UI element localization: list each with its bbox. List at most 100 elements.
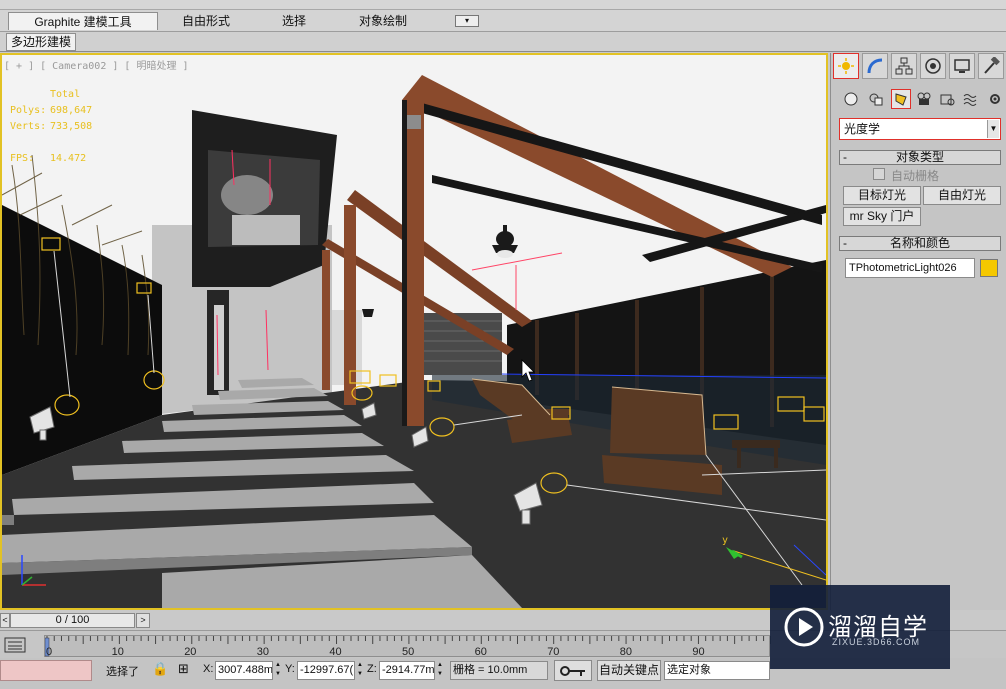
time-slider: < 0 / 100 > [0,611,830,630]
timeline-tick-label: 20 [184,646,197,658]
rollout-minus-icon: - [843,150,847,164]
motion-tab[interactable] [920,53,946,79]
display-tab[interactable] [949,53,975,79]
timeline-tick-label: 30 [256,646,270,658]
sun-create-icon [838,58,854,74]
z-coord-label: Z: [367,663,377,675]
camera-viewport[interactable]: y [ + ] [ Camera002 ] [ 明暗处理 ] Total Pol… [0,53,828,610]
stats-fps-value: 14.472 [50,153,87,164]
category-value: 光度学 [844,122,881,136]
helpers-subtab[interactable] [937,89,957,109]
stats-verts-value: 733,508 [50,121,93,132]
geometry-subtab[interactable] [841,89,861,109]
x-coord-label: X: [203,663,214,675]
timeline-tick-label: 60 [474,646,487,658]
motion-icon [925,58,941,74]
tab-graphite-modeling[interactable]: Graphite 建模工具 [8,12,158,30]
rollout-minus-icon: - [843,236,847,250]
stats-fps-label: FPS: [10,153,35,164]
timeline-tick-label: 80 [619,646,633,658]
light-category-dropdown[interactable]: 光度学 ▼ [839,118,1001,140]
object-type-rollout[interactable]: - 对象类型 [839,150,1001,165]
create-tab[interactable] [833,53,859,79]
shapes-icon [869,93,883,106]
tab-polygon-modeling[interactable]: 多边形建模 [6,33,77,51]
set-key-button[interactable] [554,660,592,681]
target-light-button[interactable]: 目标灯光 [843,186,921,205]
timeline-tick-label: 50 [402,646,415,658]
hierarchy-tab[interactable] [891,53,917,79]
curve-editor-icon[interactable] [4,636,26,654]
watermark-logo: 溜溜自学 ZIXUE.3D66.COM [770,585,950,669]
selection-set-dropdown[interactable]: 选定对象 [664,661,770,680]
main-toolbar-strip [0,0,1006,10]
camera-icon [917,92,931,105]
tab-selection[interactable]: 选择 [270,12,318,30]
name-color-rollout[interactable]: - 名称和颜色 [839,236,1001,251]
time-slider-next-button[interactable]: > [136,613,150,628]
command-panel: 光度学 ▼ - 对象类型 自动栅格 目标灯光 自由灯光 mr Sky 门户 - … [830,53,1006,610]
lights-subtab[interactable] [891,89,911,109]
chevron-down-icon: ▼ [987,120,999,138]
autogrid-checkbox[interactable] [873,168,885,180]
object-type-title: 对象类型 [895,150,944,164]
timeline-tick-label: 10 [111,646,124,658]
scene-render: y [2,55,826,608]
grid-size-display: 栅格 = 10.0mm [450,661,548,680]
viewport-label[interactable]: [ + ] [ Camera002 ] [ 明暗处理 ] [4,57,189,72]
z-spinner[interactable]: ▲ ▼ [436,661,444,680]
hierarchy-icon [895,57,913,75]
light-icon [895,93,907,106]
maxscript-listener[interactable] [0,660,92,681]
monitor-icon [954,59,970,73]
timeline-tick-label: 40 [329,646,342,658]
stats-total-label: Total [50,89,81,100]
hammer-icon [984,57,1000,74]
ribbon-tab-bar: Graphite 建模工具 自由形式 选择 对象绘制 ▾ [0,10,1006,32]
mr-sky-portal-button[interactable]: mr Sky 门户 [843,207,921,226]
y-spinner[interactable]: ▲ ▼ [356,661,364,680]
ribbon-subtab-row: 多边形建模 [0,32,1006,52]
time-slider-prev-button[interactable]: < [0,613,10,628]
time-slider-thumb[interactable]: 0 / 100 [10,613,135,628]
tab-freeform[interactable]: 自由形式 [170,12,242,30]
object-name-field[interactable]: TPhotometricLight026 [845,258,975,278]
systems-subtab[interactable] [985,89,1005,109]
gear-icon [990,94,1000,104]
timeline-tick-label: 0 [46,646,53,658]
trackbar[interactable]: 0 10 20 30 40 50 60 70 80 90 [44,635,771,658]
y-coord-label: Y: [285,663,295,675]
name-color-title: 名称和颜色 [889,236,950,250]
stats-polys-label: Polys: [10,105,47,116]
wave-icon [963,94,977,106]
timeline-tick-label: 90 [692,646,705,658]
key-icon [560,666,585,676]
shapes-subtab[interactable] [866,89,886,109]
z-coord-field[interactable]: -2914.77m [379,661,435,680]
auto-key-button[interactable]: 自动关键点 [597,660,661,681]
spacewarps-subtab[interactable] [961,89,981,109]
x-coord-field[interactable]: 3007.488m [215,661,273,680]
lock-icon[interactable]: 🔒 [152,661,168,677]
helper-icon [940,94,955,106]
modify-tab[interactable] [862,53,888,79]
ribbon-options-dropdown[interactable]: ▾ [455,15,479,27]
timeline-tick-label: 70 [547,646,560,658]
sphere-icon [844,92,858,106]
free-light-button[interactable]: 自由灯光 [923,186,1001,205]
autogrid-label: 自动栅格 [891,169,940,183]
object-color-swatch[interactable] [980,259,998,277]
play-logo-icon [784,607,824,647]
stats-verts-label: Verts: [10,121,47,132]
utilities-tab[interactable] [978,53,1004,79]
modify-arc-icon [867,58,883,74]
cameras-subtab[interactable] [914,89,934,109]
watermark-subtitle: ZIXUE.3D66.COM [832,637,921,647]
gizmo-axis-y-label: y [722,535,728,546]
absolute-mode-icon[interactable]: ⊞ [178,661,189,677]
tab-object-paint[interactable]: 对象绘制 [350,12,416,30]
y-coord-field[interactable]: -12997.67( [297,661,355,680]
selection-status: 选择了 [106,666,139,678]
x-spinner[interactable]: ▲ ▼ [274,661,282,680]
stats-polys-value: 698,647 [50,105,93,116]
